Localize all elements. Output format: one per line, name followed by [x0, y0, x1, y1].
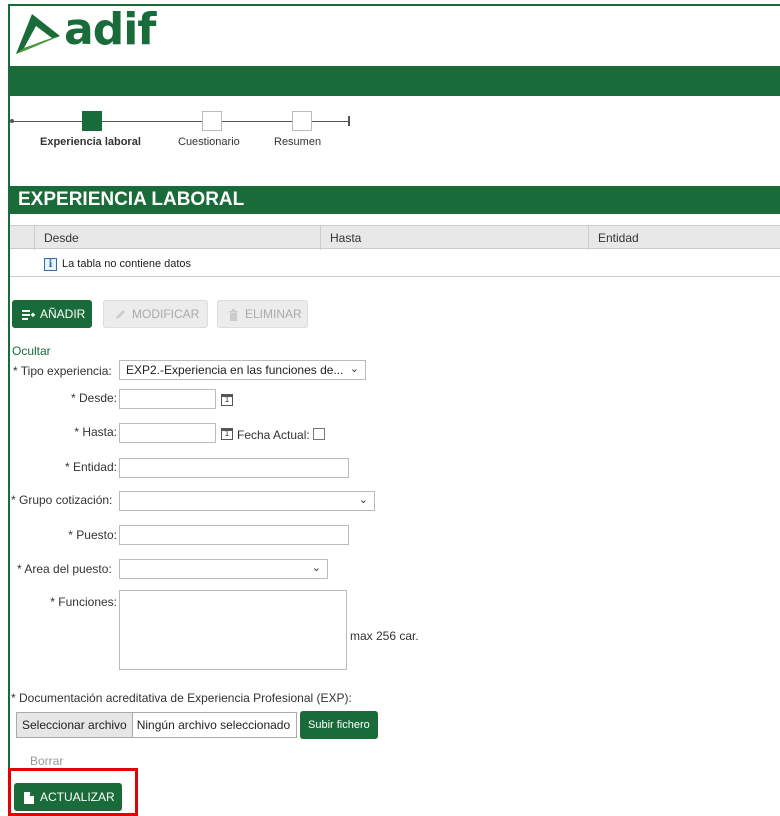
step-resumen-box[interactable] — [292, 111, 312, 131]
header-bar — [10, 66, 780, 96]
column-header-hasta[interactable]: Hasta — [330, 231, 361, 245]
add-button-label: AÑADIR — [40, 307, 86, 321]
table-header: Desde Hasta Entidad — [10, 225, 780, 250]
table-empty-row: i La tabla no contiene datos — [10, 249, 780, 277]
hasta-input[interactable] — [119, 423, 216, 443]
funciones-label: * Funciones: — [50, 595, 117, 609]
tipo-experiencia-select[interactable]: EXP2.-Experiencia en las funciones de...… — [119, 360, 366, 380]
step-experiencia-box[interactable] — [82, 111, 102, 131]
step-cuestionario-box[interactable] — [202, 111, 222, 131]
calendar-icon[interactable]: 1 — [221, 428, 233, 440]
section-title: EXPERIENCIA LABORAL — [10, 186, 780, 214]
fecha-actual-label: Fecha Actual: — [237, 428, 310, 442]
stepper-end-mark — [348, 116, 350, 126]
grupo-cotizacion-label: * Grupo cotización: — [11, 493, 113, 507]
stepper-line — [222, 121, 292, 122]
adif-logo-text: adif — [64, 4, 156, 55]
desde-label: * Desde: — [70, 391, 117, 405]
modify-button[interactable]: MODIFICAR — [103, 300, 208, 328]
file-input[interactable]: Seleccionar archivo Ningún archivo selec… — [16, 712, 298, 738]
hide-link[interactable]: Ocultar — [12, 344, 51, 358]
puesto-label: * Puesto: — [68, 528, 117, 542]
adif-logo: adif — [14, 4, 174, 56]
tipo-experiencia-label: * Tipo experiencia: — [13, 364, 112, 378]
fecha-actual-checkbox[interactable] — [313, 428, 325, 440]
column-header-entidad[interactable]: Entidad — [598, 231, 639, 245]
adif-logo-mark-icon — [16, 14, 60, 54]
funciones-hint: max 256 car. — [350, 629, 419, 643]
stepper-line — [102, 121, 202, 122]
funciones-textarea[interactable] — [119, 590, 347, 670]
stepper-line — [12, 121, 82, 122]
column-header-desde[interactable]: Desde — [44, 231, 79, 245]
step-label-resumen[interactable]: Resumen — [274, 136, 321, 148]
select-file-button[interactable]: Seleccionar archivo — [17, 713, 133, 737]
table-empty-message: La tabla no contiene datos — [62, 258, 192, 270]
column-separator — [34, 226, 35, 250]
step-label-experiencia[interactable]: Experiencia laboral — [40, 136, 141, 148]
info-icon: i — [44, 258, 57, 271]
tipo-experiencia-value: EXP2.-Experiencia en las funciones de... — [126, 363, 344, 377]
desde-input[interactable] — [119, 389, 216, 409]
trash-icon — [228, 308, 239, 321]
area-puesto-label: * Area del puesto: — [17, 562, 112, 576]
file-name-text: Ningún archivo seleccionado — [132, 713, 297, 737]
upload-file-button[interactable]: Subir fichero — [300, 711, 378, 739]
hasta-label: * Hasta: — [74, 425, 117, 439]
modify-button-label: MODIFICAR — [132, 307, 200, 321]
chevron-down-icon: ⌄ — [349, 363, 359, 375]
delete-button-label: ELIMINAR — [245, 307, 302, 321]
entidad-input[interactable] — [119, 458, 349, 478]
column-separator — [588, 226, 589, 250]
stepper-line — [312, 121, 348, 122]
upload-file-label: Subir fichero — [308, 719, 370, 731]
grupo-cotizacion-select[interactable]: ⌄ — [119, 491, 375, 511]
highlight-box — [8, 768, 138, 816]
edit-icon — [114, 309, 126, 320]
step-label-cuestionario[interactable]: Cuestionario — [178, 136, 240, 148]
chevron-down-icon: ⌄ — [358, 494, 368, 506]
clear-link[interactable]: Borrar — [30, 754, 63, 768]
delete-button[interactable]: ELIMINAR — [217, 300, 308, 328]
area-puesto-select[interactable]: ⌄ — [119, 559, 328, 579]
add-button[interactable]: AÑADIR — [12, 300, 92, 328]
chevron-down-icon: ⌄ — [311, 562, 321, 574]
documentacion-label: * Documentación acreditativa de Experien… — [11, 691, 352, 705]
puesto-input[interactable] — [119, 525, 349, 545]
column-separator — [320, 226, 321, 250]
calendar-icon[interactable]: 1 — [221, 394, 233, 406]
add-list-icon — [22, 309, 35, 320]
entidad-label: * Entidad: — [64, 460, 117, 474]
